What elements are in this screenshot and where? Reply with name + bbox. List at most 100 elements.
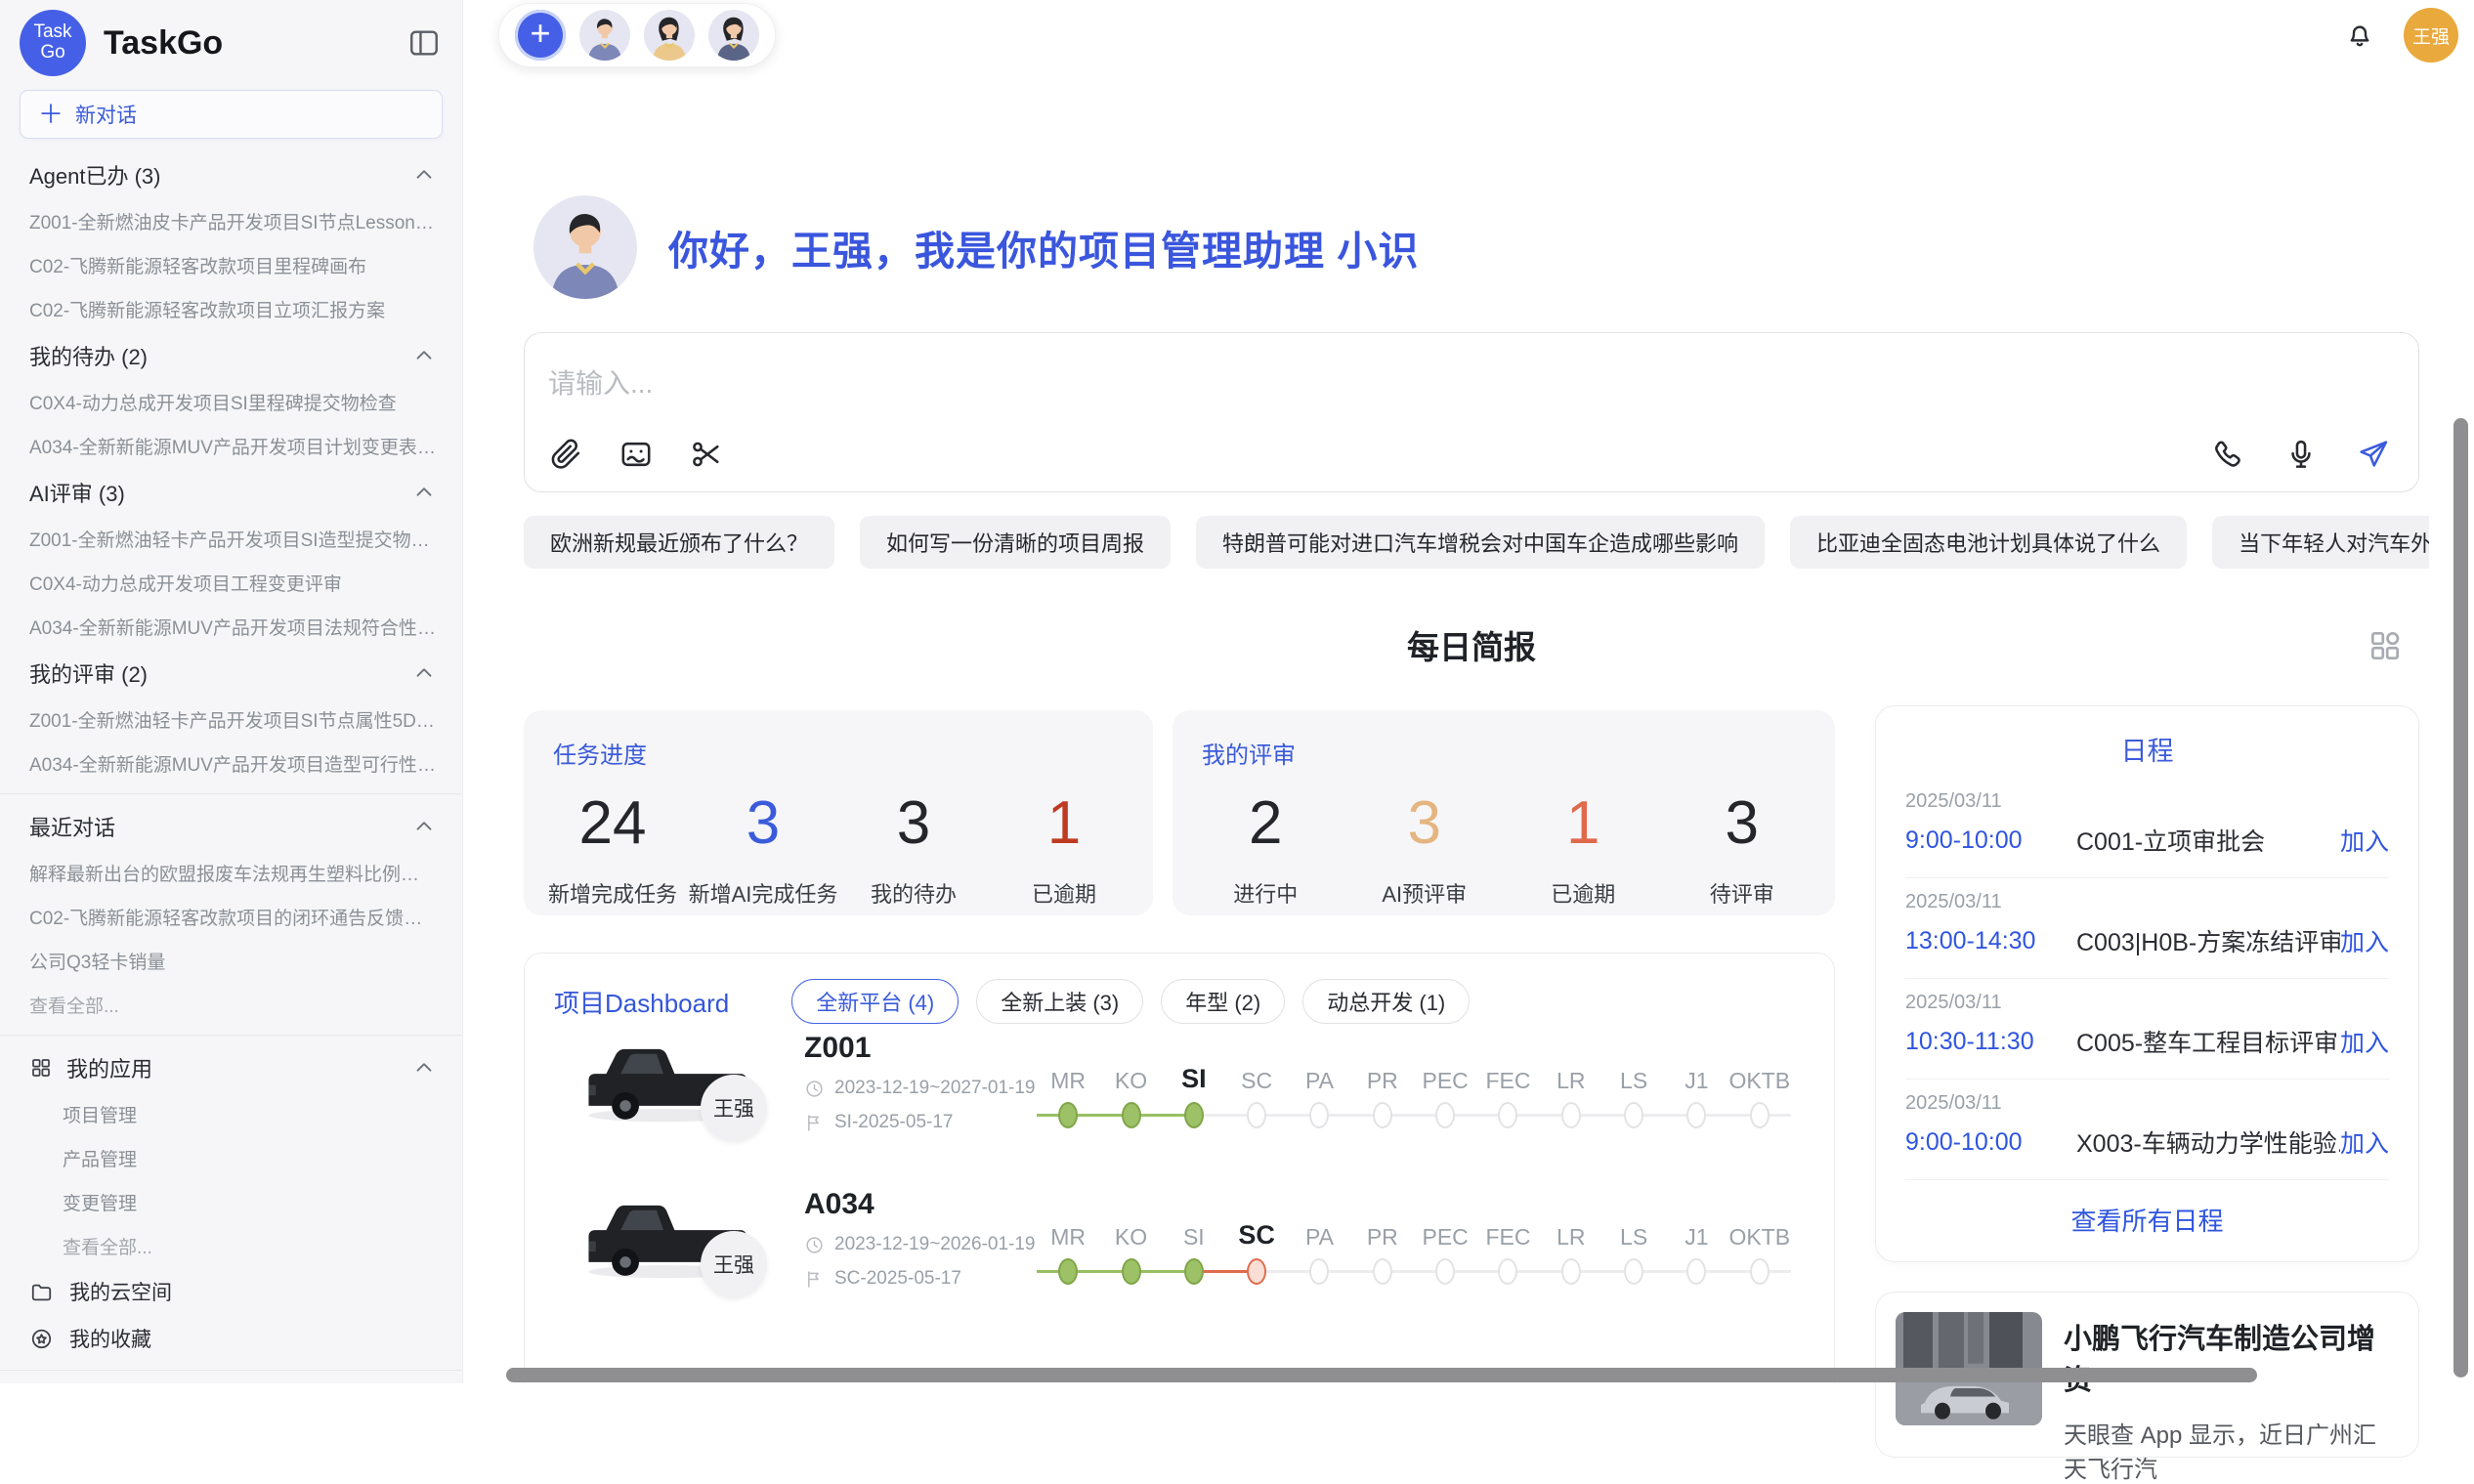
- milestone: KO: [1099, 1057, 1162, 1135]
- milestone: SI: [1163, 1213, 1225, 1292]
- milestone-node[interactable]: [1498, 1258, 1517, 1285]
- milestone-node[interactable]: [1309, 1258, 1329, 1285]
- join-meeting-link[interactable]: 加入: [2340, 1124, 2389, 1160]
- milestone-node[interactable]: [1435, 1102, 1455, 1128]
- voice-call-icon[interactable]: [2211, 437, 2246, 472]
- sidebar-collapse-icon[interactable]: [407, 26, 441, 60]
- milestone-node[interactable]: [1435, 1258, 1455, 1285]
- milestone-node[interactable]: [1750, 1258, 1770, 1285]
- milestone-node[interactable]: [1058, 1102, 1078, 1128]
- notifications-bell-icon[interactable]: [2343, 19, 2376, 52]
- sidebar-section-header[interactable]: 我的待办 (2): [0, 331, 462, 380]
- dashboard-tab[interactable]: 全新平台 (4): [791, 979, 959, 1024]
- milestone-node[interactable]: [1122, 1258, 1141, 1285]
- briefing-stats: 2进行中3AI预评审1已逾期3待评审: [1173, 793, 1835, 909]
- milestone-line: [1288, 1094, 1350, 1135]
- milestone-node[interactable]: [1247, 1258, 1266, 1285]
- sidebar-section-header[interactable]: AI评审 (3): [0, 468, 462, 517]
- milestone-label: KO: [1115, 1213, 1147, 1251]
- recent-chat-item[interactable]: 公司Q3轻卡销量: [0, 939, 462, 983]
- sidebar-section-header[interactable]: 我的应用: [0, 1043, 462, 1092]
- join-meeting-link[interactable]: 加入: [2340, 823, 2389, 858]
- recent-chat-item[interactable]: 解释最新出台的欧盟报废车法规再生塑料比例被调至15%...: [0, 851, 462, 895]
- layout-grid-icon[interactable]: [2367, 627, 2404, 664]
- milestone-node[interactable]: [1686, 1258, 1706, 1285]
- milestone-node[interactable]: [1184, 1102, 1204, 1128]
- join-meeting-link[interactable]: 加入: [2340, 1024, 2389, 1059]
- user-avatar[interactable]: 王强: [2404, 8, 2458, 63]
- milestone-node[interactable]: [1624, 1102, 1643, 1128]
- sidebar-item[interactable]: C02-飞腾新能源轻客改款项目里程碑画布: [0, 243, 462, 287]
- milestone-node[interactable]: [1058, 1258, 1078, 1285]
- chat-input[interactable]: 请输入...: [548, 362, 653, 402]
- stat-block: 1已逾期: [1504, 793, 1663, 909]
- sidebar-section-header[interactable]: 我的评审 (2): [0, 649, 462, 698]
- dashboard-tab[interactable]: 动总开发 (1): [1302, 979, 1470, 1024]
- send-icon[interactable]: [2356, 437, 2391, 472]
- view-all-chats-link[interactable]: 查看全部...: [0, 983, 462, 1027]
- sidebar-item[interactable]: C0X4-动力总成开发项目工程变更评审: [0, 561, 462, 605]
- milestone-node[interactable]: [1750, 1102, 1770, 1128]
- milestone: OKTB: [1728, 1213, 1791, 1292]
- milestone-node[interactable]: [1561, 1258, 1581, 1285]
- sidebar-link-star[interactable]: 我的收藏: [0, 1315, 462, 1362]
- attachment-icon[interactable]: [548, 437, 583, 472]
- milestone-node[interactable]: [1686, 1102, 1706, 1128]
- milestone-node[interactable]: [1373, 1102, 1392, 1128]
- horizontal-scrollbar[interactable]: [506, 1368, 2257, 1382]
- image-upload-icon[interactable]: [618, 437, 654, 472]
- app-item[interactable]: 产品管理: [0, 1136, 462, 1180]
- milestone-node[interactable]: [1561, 1102, 1581, 1128]
- sidebar-item[interactable]: Z001-全新燃油皮卡产品开发项目SI节点Lesson Learn报告: [0, 199, 462, 243]
- suggestion-chip[interactable]: 比亚迪全固态电池计划具体说了什么: [1790, 516, 2187, 569]
- project-code[interactable]: Z001: [804, 1032, 1035, 1065]
- dashboard-tab[interactable]: 全新上装 (3): [976, 979, 1143, 1024]
- app-item[interactable]: 项目管理: [0, 1092, 462, 1136]
- milestone-node[interactable]: [1309, 1102, 1329, 1128]
- milestone-node[interactable]: [1498, 1102, 1517, 1128]
- sidebar-item[interactable]: C0X4-动力总成开发项目SI里程碑提交物检查: [0, 380, 462, 424]
- stat-block: 3新增AI完成任务: [688, 793, 838, 909]
- vertical-scrollbar[interactable]: [2453, 418, 2468, 1378]
- chat-composer[interactable]: 请输入...: [524, 332, 2419, 492]
- milestone-node[interactable]: [1247, 1102, 1266, 1128]
- sidebar-section-header[interactable]: Agent已办 (3): [0, 150, 462, 199]
- sidebar-item[interactable]: A034-全新新能源MUV产品开发项目法规符合性评审: [0, 605, 462, 649]
- sidebar-links: 我的云空间我的收藏: [0, 1268, 462, 1362]
- sidebar-item[interactable]: C02-飞腾新能源轻客改款项目立项汇报方案: [0, 287, 462, 331]
- sidebar-item[interactable]: A034-全新新能源MUV产品开发项目计划变更表编写: [0, 424, 462, 468]
- recent-chat-item[interactable]: C02-飞腾新能源轻客改款项目的闭环通告反馈情况: [0, 895, 462, 939]
- add-agent-button[interactable]: +: [515, 10, 566, 61]
- milestone-label: PA: [1305, 1057, 1334, 1094]
- microphone-icon[interactable]: [2283, 437, 2319, 472]
- app-item[interactable]: 变更管理: [0, 1180, 462, 1224]
- flag-icon: [804, 1269, 825, 1290]
- stat-block: 3待评审: [1663, 793, 1822, 909]
- sidebar-item[interactable]: Z001-全新燃油轻卡产品开发项目SI造型提交物评审: [0, 517, 462, 561]
- suggestion-chip[interactable]: 特朗普可能对进口汽车增税会对中国车企造成哪些影响: [1196, 516, 1765, 569]
- agent-avatar[interactable]: [579, 10, 630, 61]
- join-meeting-link[interactable]: 加入: [2340, 923, 2389, 958]
- milestone-node[interactable]: [1184, 1258, 1204, 1285]
- suggestion-chip[interactable]: 欧洲新规最近颁布了什么？: [524, 516, 834, 569]
- view-all-apps-link[interactable]: 查看全部...: [0, 1224, 462, 1268]
- view-all-schedule-link[interactable]: 查看所有日程: [1876, 1180, 2418, 1259]
- agent-avatar[interactable]: [708, 10, 759, 61]
- milestone-node[interactable]: [1624, 1258, 1643, 1285]
- sidebar-tool[interactable]: AI超级员工: [0, 1378, 462, 1383]
- screenshot-scissors-icon[interactable]: [689, 437, 724, 472]
- dashboard-tab[interactable]: 年型 (2): [1161, 979, 1285, 1024]
- milestone-segment: [1706, 1270, 1728, 1273]
- new-chat-button[interactable]: ＋ 新对话: [20, 90, 443, 139]
- sidebar-section-header[interactable]: 最近对话: [0, 802, 462, 851]
- suggestion-chip[interactable]: 当下年轻人对汽车外观有怎样的喜好趋势: [2212, 516, 2429, 569]
- milestone-node[interactable]: [1373, 1258, 1392, 1285]
- sidebar-link-folder[interactable]: 我的云空间: [0, 1268, 462, 1315]
- schedule-date: 2025/03/11: [1905, 790, 2389, 813]
- milestone-node[interactable]: [1122, 1102, 1141, 1128]
- project-code[interactable]: A034: [804, 1188, 1035, 1221]
- agent-avatar[interactable]: [644, 10, 695, 61]
- sidebar-item[interactable]: A034-全新新能源MUV产品开发项目造型可行性评审: [0, 742, 462, 785]
- sidebar-item[interactable]: Z001-全新燃油轻卡产品开发项目SI节点属性5D文件评审: [0, 698, 462, 742]
- suggestion-chip[interactable]: 如何写一份清晰的项目周报: [860, 516, 1171, 569]
